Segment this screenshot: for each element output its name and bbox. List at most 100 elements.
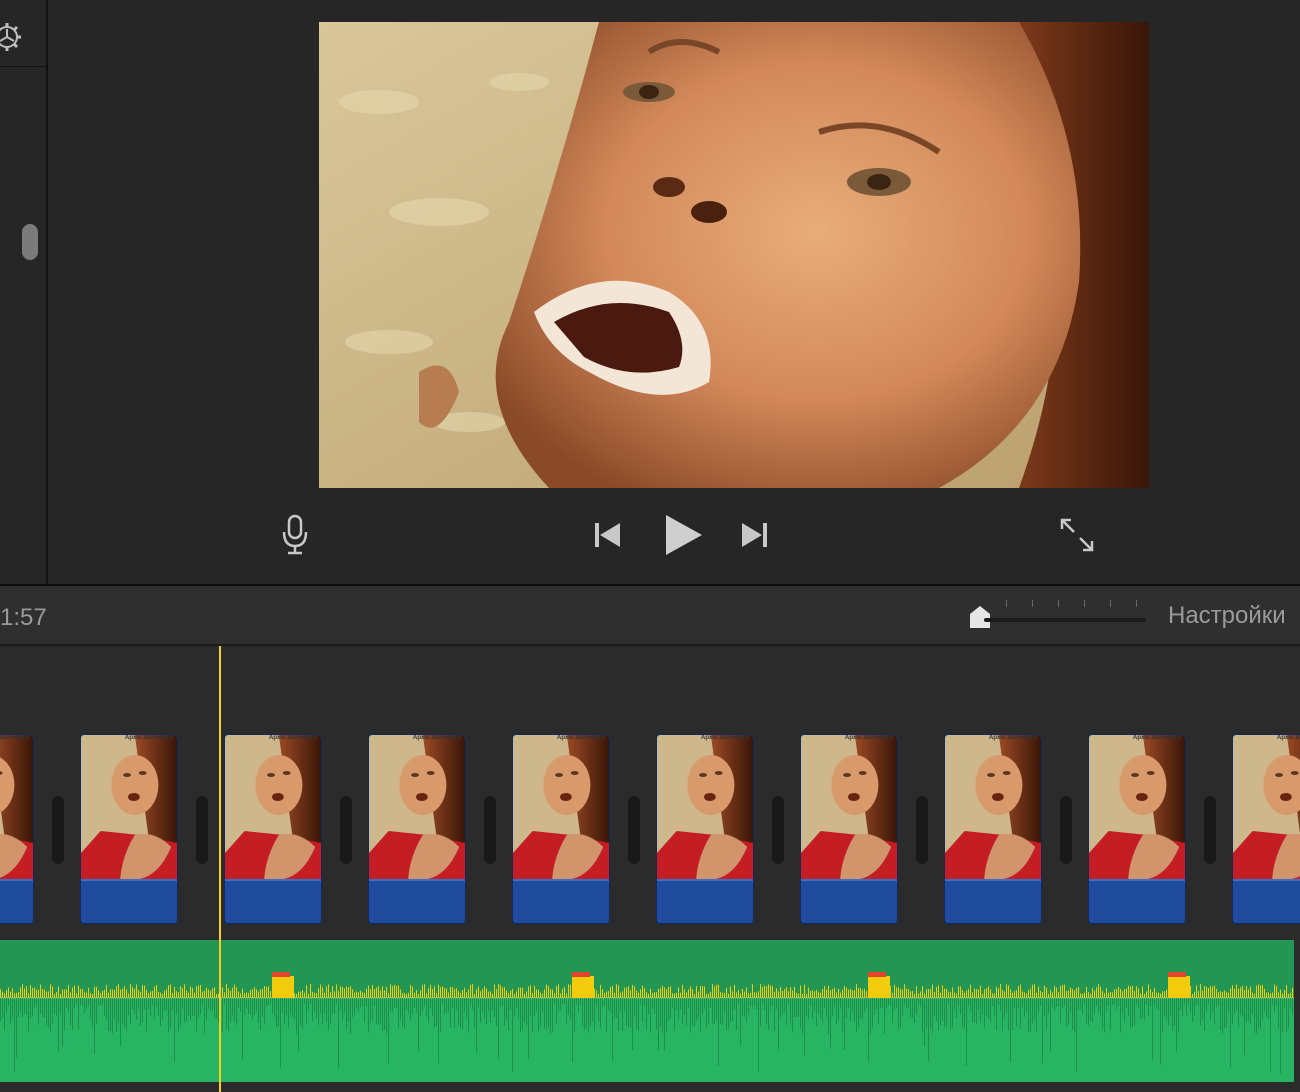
waveform-bar: [362, 992, 363, 998]
waveform-bar: [356, 998, 357, 1009]
video-clip[interactable]: Архів Володими: [0, 734, 34, 924]
fullscreen-icon[interactable]: [1058, 516, 1096, 554]
waveform-bar: [116, 998, 117, 1032]
waveform-bar: [206, 987, 207, 998]
waveform-bar: [778, 991, 779, 998]
transition-gap[interactable]: [484, 796, 496, 864]
audio-track[interactable]: [0, 940, 1294, 1082]
waveform-bar: [690, 998, 691, 1034]
play-icon[interactable]: [662, 512, 706, 558]
waveform-bar: [864, 988, 865, 998]
waveform-peak: [272, 976, 294, 998]
zoom-slider[interactable]: [984, 618, 1146, 622]
waveform-bar: [390, 998, 391, 1012]
zoom-slider-knob[interactable]: [968, 604, 992, 630]
waveform-bar: [672, 993, 673, 998]
waveform-bar: [1090, 993, 1091, 998]
waveform-bar: [684, 989, 685, 998]
waveform-bar: [852, 998, 853, 1012]
waveform-bar: [1226, 991, 1227, 998]
waveform-bar: [972, 998, 973, 1023]
video-clip[interactable]: Архів Володими: [944, 734, 1042, 924]
transition-gap[interactable]: [340, 796, 352, 864]
waveform-bar: [658, 988, 659, 998]
waveform-bar: [592, 998, 593, 1022]
waveform-bar: [1286, 998, 1287, 1032]
waveform-bar: [338, 990, 339, 998]
waveform-bar: [290, 998, 291, 1015]
waveform-bar: [746, 987, 747, 998]
transition-gap[interactable]: [916, 796, 928, 864]
waveform-bar: [946, 998, 947, 1028]
waveform-bar: [708, 998, 709, 1024]
transition-gap[interactable]: [196, 796, 208, 864]
waveform-bar: [382, 986, 383, 998]
waveform-bar: [1096, 998, 1097, 1007]
gear-icon[interactable]: [0, 20, 24, 54]
waveform-bar: [1204, 998, 1205, 1032]
waveform-bar: [1220, 991, 1221, 998]
waveform-bar: [70, 992, 71, 998]
waveform-bar: [878, 998, 879, 1024]
waveform-bar: [688, 998, 689, 1008]
waveform-bar: [894, 998, 895, 1010]
waveform-bar: [1070, 998, 1071, 1012]
waveform-bar: [604, 992, 605, 998]
playhead[interactable]: [219, 646, 221, 1092]
waveform-bar: [190, 986, 191, 998]
waveform-bar: [328, 984, 329, 998]
waveform-bar: [364, 993, 365, 998]
waveform-bar: [32, 998, 33, 1017]
video-clip[interactable]: Архів Володими: [512, 734, 610, 924]
waveform-bar: [526, 998, 527, 1025]
waveform-bar: [614, 992, 615, 998]
waveform-bar: [734, 984, 735, 998]
video-clip[interactable]: Архів Володими: [1088, 734, 1186, 924]
video-clip[interactable]: Архів Володими: [1232, 734, 1300, 924]
video-clip[interactable]: Архів Володими: [224, 734, 322, 924]
waveform-bar: [404, 992, 405, 998]
waveform-bar: [394, 998, 395, 1007]
scroll-thumb[interactable]: [22, 224, 38, 260]
waveform-bar: [308, 993, 309, 998]
waveform-bar: [908, 998, 909, 1009]
waveform-bar: [418, 998, 419, 1051]
video-clip[interactable]: Архів Володими: [368, 734, 466, 924]
microphone-icon[interactable]: [280, 514, 310, 556]
clip-thumbnail: [81, 735, 177, 879]
timeline[interactable]: Архів Володими Архів Володими Архів Володи…: [0, 646, 1300, 1092]
waveform-bar: [302, 990, 303, 998]
waveform-bar: [122, 988, 123, 998]
transition-gap[interactable]: [1060, 796, 1072, 864]
waveform-bar: [798, 993, 799, 998]
waveform-bar: [568, 984, 569, 998]
waveform-bar: [782, 990, 783, 998]
transition-gap[interactable]: [772, 796, 784, 864]
waveform-bar: [754, 992, 755, 998]
video-clip[interactable]: Архів Володими: [800, 734, 898, 924]
waveform-bar: [36, 989, 37, 998]
waveform-bar: [756, 998, 757, 1010]
waveform-bar: [54, 998, 55, 1014]
transition-gap[interactable]: [628, 796, 640, 864]
settings-button[interactable]: Настройки: [1168, 602, 1286, 630]
waveform-bar: [778, 998, 779, 1050]
waveform-bar: [454, 998, 455, 1028]
waveform-bar: [58, 998, 59, 1053]
waveform-bar: [204, 998, 205, 1034]
waveform-bar: [214, 998, 215, 1019]
waveform-bar: [216, 998, 217, 1019]
waveform-bar: [368, 998, 369, 1033]
waveform-bar: [252, 998, 253, 1020]
waveform-bar: [798, 998, 799, 1017]
waveform-bar: [822, 998, 823, 1023]
video-clip[interactable]: Архів Володими: [656, 734, 754, 924]
video-clip[interactable]: Архів Володими: [80, 734, 178, 924]
waveform-bar: [702, 985, 703, 998]
waveform-bar: [1228, 992, 1229, 998]
transition-gap[interactable]: [52, 796, 64, 864]
skip-back-icon[interactable]: [592, 520, 624, 550]
clip-bar: [657, 879, 753, 923]
transition-gap[interactable]: [1204, 796, 1216, 864]
skip-forward-icon[interactable]: [738, 520, 770, 550]
